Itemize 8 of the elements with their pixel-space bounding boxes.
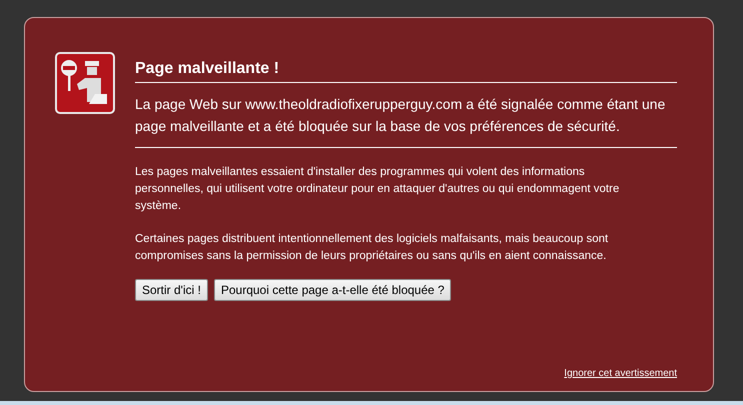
action-button[interactable]: Sortir d'ici ! (135, 279, 208, 301)
action-button[interactable]: Pourquoi cette page a-t-elle été bloquée ? (214, 279, 452, 301)
ignore-link[interactable]: Ignorer cet avertissement (564, 368, 677, 379)
warning-message: La page Web sur www.theoldradiofixerupperguy.com a été signalée comme étant une page malveillante et a été bloquée sur la base de vos préférences de sécurité. (135, 93, 677, 148)
guard-icon (55, 52, 115, 114)
explanation-text: Les pages malveillantes essaient d'installer des programmes qui volent des informations personnelles, qui utilisent votre ordinateur pour en attaquer d'autres ou qui endommagent votre système. (135, 165, 620, 214)
explanation-text: Certaines pages distribuent intentionnellement des logiciels malfaisants, mais beaucoup sont compromises sans la permission de leurs propriétaires ou sans qu'ils en aient connaissance. (135, 232, 610, 264)
warning-title: Page malveillante ! (135, 52, 677, 83)
